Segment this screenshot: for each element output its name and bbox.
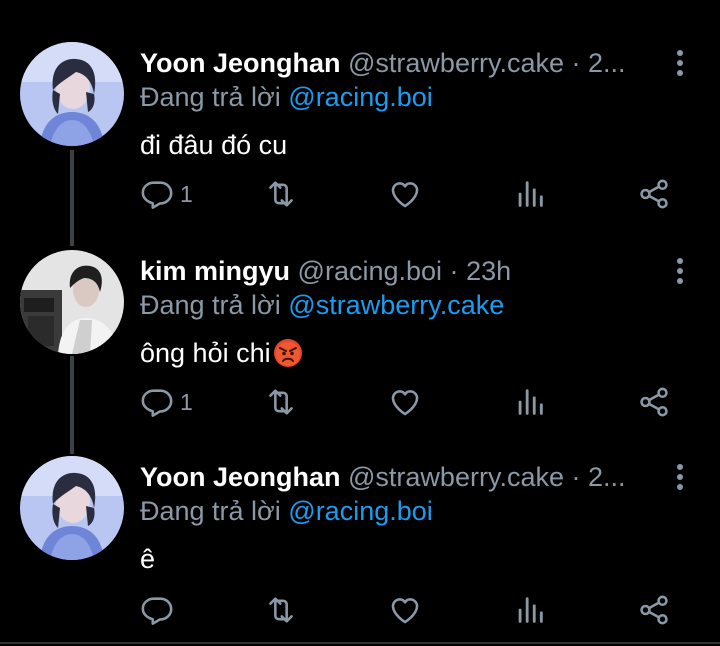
timestamp[interactable]: 23h (466, 256, 511, 286)
replying-to-label: Đang trả lời (140, 290, 281, 320)
mention-link[interactable]: @strawberry.cake (288, 290, 504, 320)
retweet-button[interactable] (264, 590, 298, 630)
separator: · (571, 48, 581, 78)
retweet-icon (264, 593, 298, 627)
share-icon (637, 593, 671, 627)
retweet-button[interactable] (264, 174, 298, 214)
angry-face-emoji-icon (273, 338, 303, 368)
action-bar (0, 590, 720, 630)
replying-to: Đang trả lời @racing.boi (140, 494, 433, 528)
more-vertical-icon[interactable] (670, 254, 690, 288)
replying-to-label: Đang trả lời (140, 82, 281, 112)
display-name[interactable]: kim mingyu (140, 256, 290, 286)
views-icon (513, 177, 547, 211)
timestamp[interactable]: 2... (588, 462, 626, 492)
username[interactable]: @strawberry.cake (348, 462, 564, 492)
tweet-text-content: ông hỏi chi (140, 338, 271, 368)
display-name[interactable]: Yoon Jeonghan (140, 462, 341, 492)
share-button[interactable] (637, 590, 671, 630)
views-button[interactable] (513, 590, 547, 630)
mention-link[interactable]: @racing.boi (288, 496, 432, 526)
avatar[interactable] (20, 456, 124, 560)
tweet-header: kim mingyu @racing.boi · 23h (140, 254, 660, 288)
share-button[interactable] (637, 382, 671, 422)
tweet-text: ê (140, 544, 156, 574)
reply-icon (140, 385, 174, 419)
retweet-icon (264, 177, 298, 211)
tweet-header: Yoon Jeonghan @strawberry.cake · 2... (140, 460, 660, 494)
heart-icon (388, 593, 422, 627)
tweet[interactable]: kim mingyu @racing.boi · 23h Đang trả lờ… (0, 250, 720, 428)
tweet[interactable]: Yoon Jeonghan @strawberry.cake · 2... Đa… (0, 42, 720, 220)
separator: · (571, 462, 581, 492)
reply-icon (140, 177, 174, 211)
timestamp[interactable]: 2... (588, 48, 626, 78)
share-icon (637, 177, 671, 211)
tweet[interactable]: Yoon Jeonghan @strawberry.cake · 2... Đa… (0, 456, 720, 636)
views-button[interactable] (513, 382, 547, 422)
views-icon (513, 593, 547, 627)
bottom-divider (0, 642, 720, 644)
replying-to: Đang trả lời @strawberry.cake (140, 288, 504, 322)
reply-count: 1 (180, 180, 193, 207)
like-button[interactable] (388, 382, 422, 422)
reply-icon (140, 593, 174, 627)
heart-icon (388, 177, 422, 211)
share-button[interactable] (637, 174, 671, 214)
tweet-text: đi đâu đó cu (140, 130, 288, 160)
replying-to: Đang trả lời @racing.boi (140, 80, 433, 114)
display-name[interactable]: Yoon Jeonghan (140, 48, 341, 78)
username[interactable]: @strawberry.cake (348, 48, 564, 78)
avatar[interactable] (20, 250, 124, 354)
tweet-text: ông hỏi chi (140, 336, 303, 370)
mention-link[interactable]: @racing.boi (288, 82, 432, 112)
like-button[interactable] (388, 590, 422, 630)
reply-count: 1 (180, 388, 193, 415)
views-icon (513, 385, 547, 419)
reply-button[interactable] (140, 590, 180, 630)
replying-to-label: Đang trả lời (140, 496, 281, 526)
username[interactable]: @racing.boi (298, 256, 442, 286)
avatar[interactable] (20, 42, 124, 146)
share-icon (637, 385, 671, 419)
action-bar: 1 (0, 174, 720, 214)
heart-icon (388, 385, 422, 419)
views-button[interactable] (513, 174, 547, 214)
retweet-button[interactable] (264, 382, 298, 422)
action-bar: 1 (0, 382, 720, 422)
like-button[interactable] (388, 174, 422, 214)
tweet-header: Yoon Jeonghan @strawberry.cake · 2... (140, 46, 660, 80)
more-vertical-icon[interactable] (670, 460, 690, 494)
reply-button[interactable]: 1 (140, 174, 193, 214)
separator: · (449, 256, 459, 286)
more-vertical-icon[interactable] (670, 46, 690, 80)
retweet-icon (264, 385, 298, 419)
reply-button[interactable]: 1 (140, 382, 193, 422)
